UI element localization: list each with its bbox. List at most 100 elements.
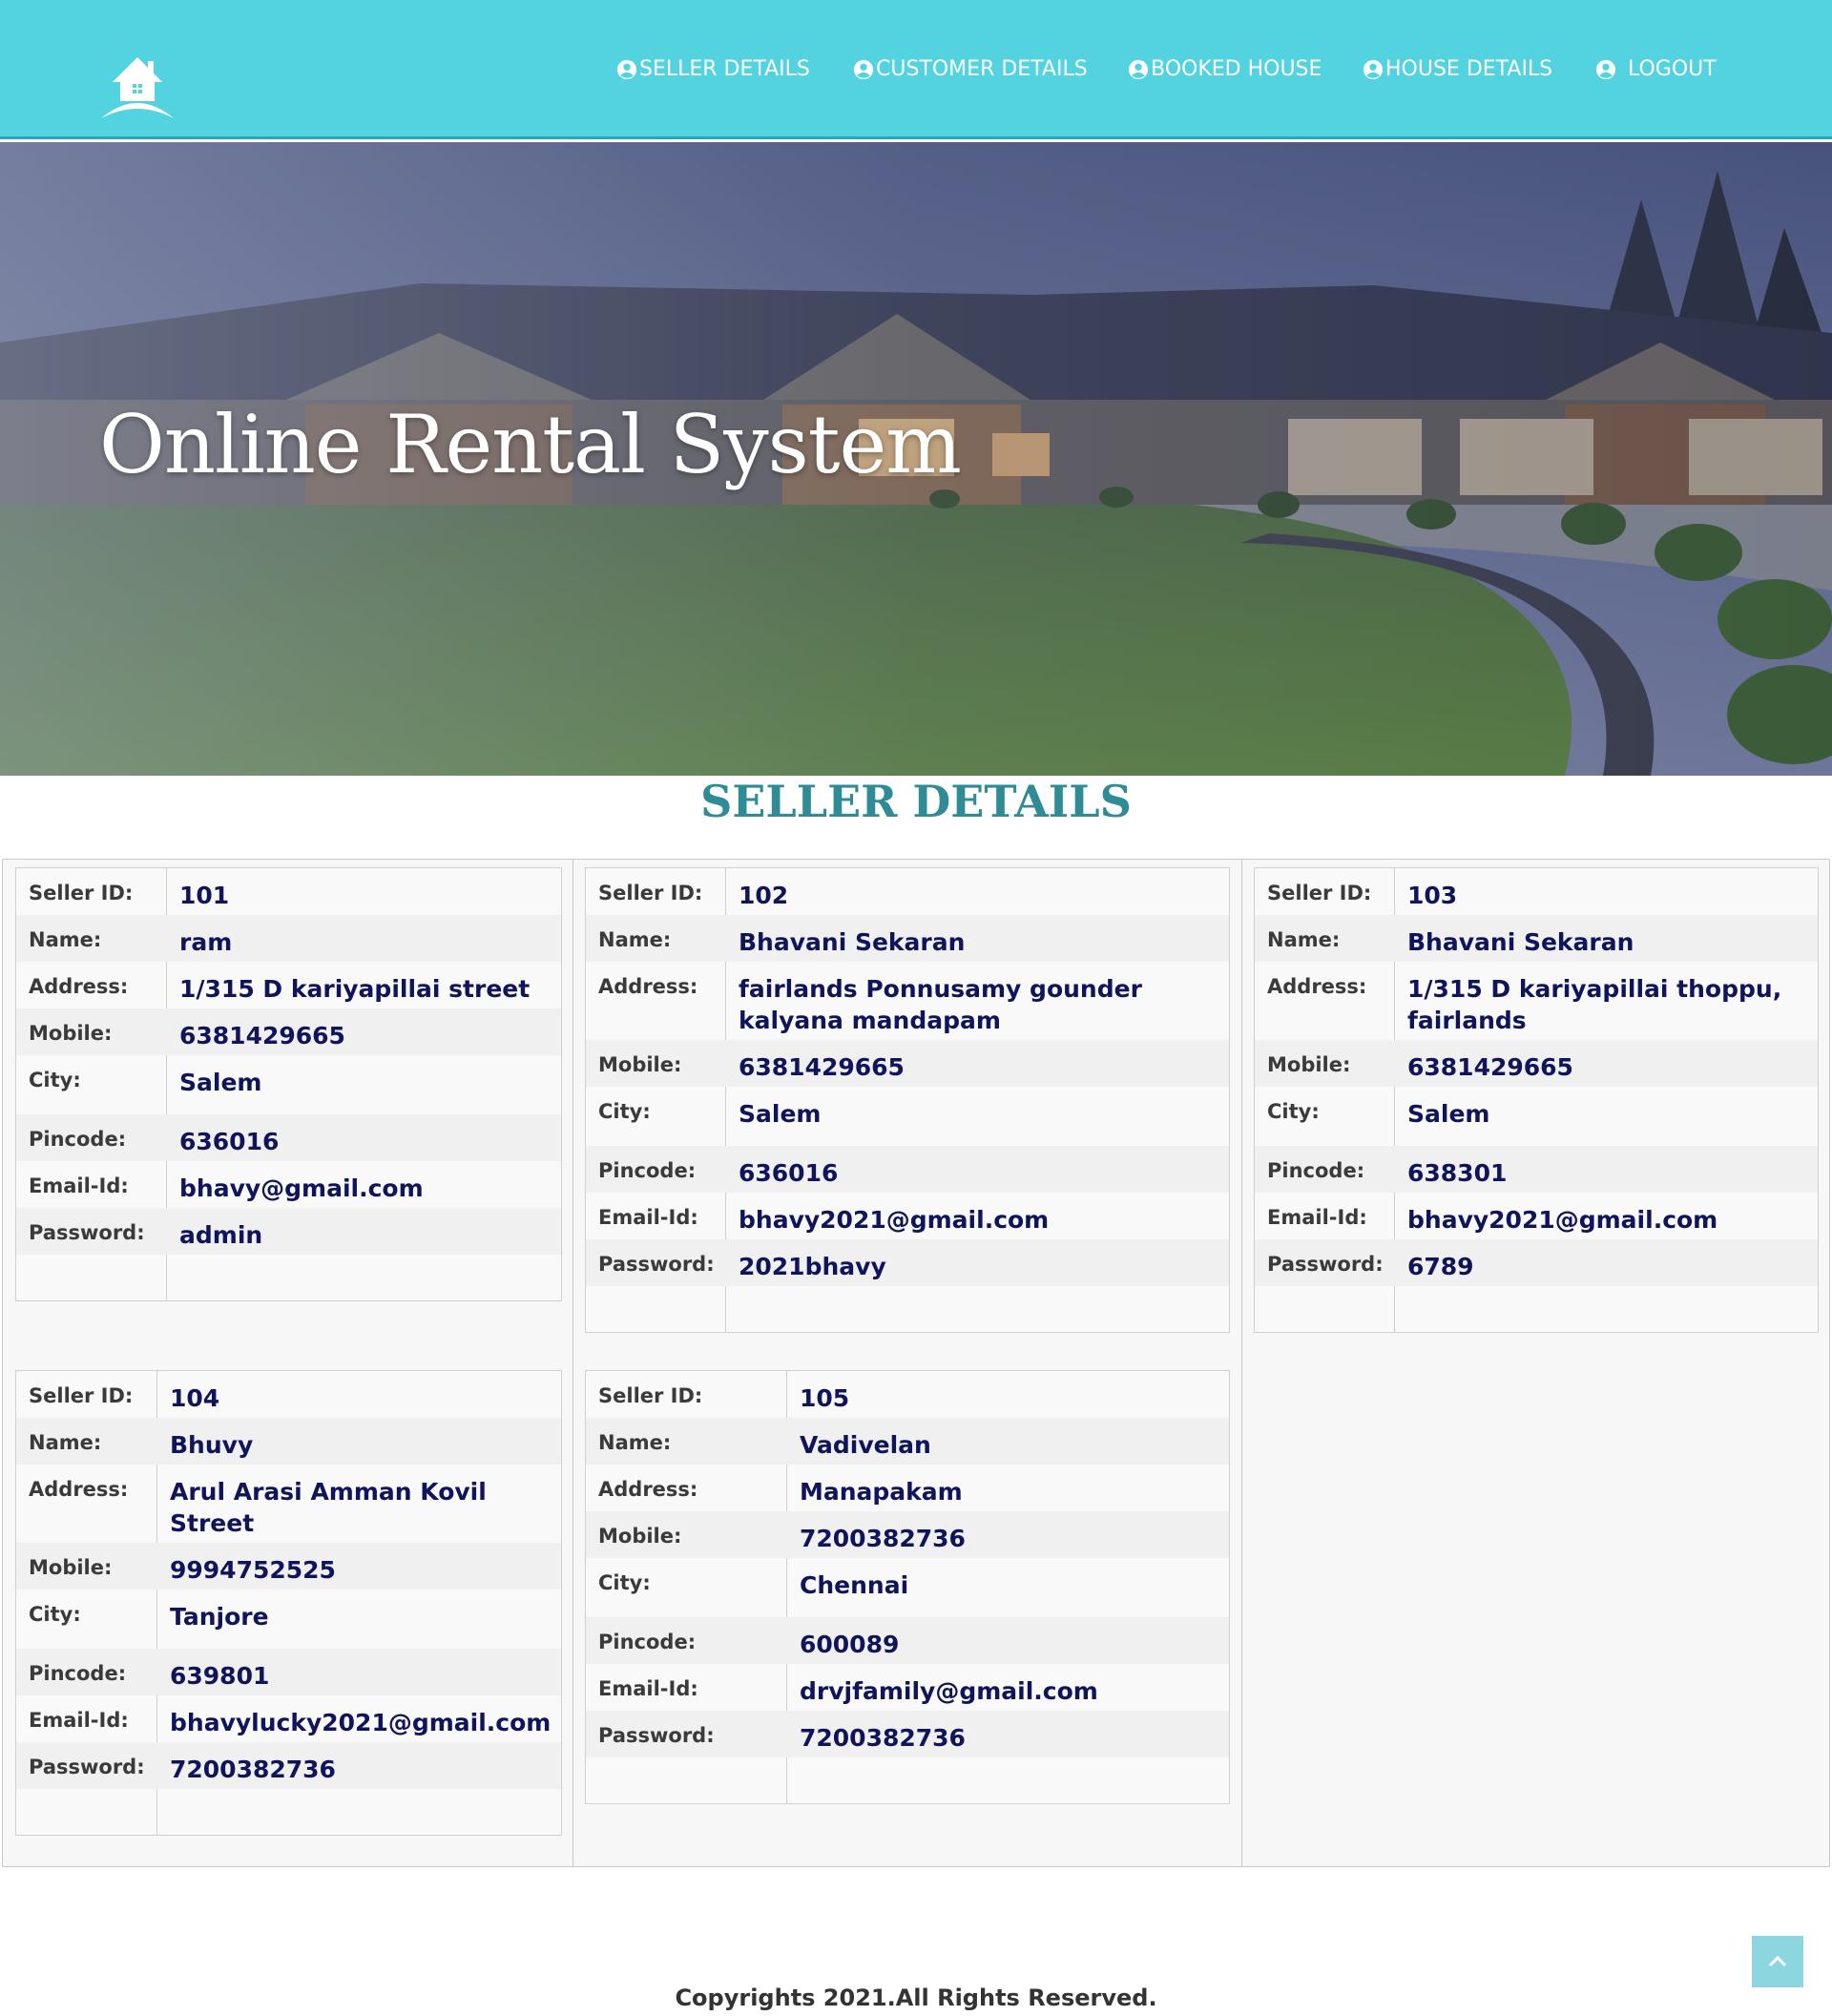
nav-customer-details[interactable]: CUSTOMER DETAILS [853,55,1088,84]
field-label: Password: [29,1221,145,1244]
field-value-password: 7200382736 [800,1724,966,1752]
field-label: Email-Id: [29,1174,129,1197]
seller-field-row: Seller ID: 104 [16,1371,561,1418]
field-label: Mobile: [598,1053,682,1076]
field-value-mobile: 9994752525 [170,1556,336,1584]
seller-field-row: Name: ram [16,915,561,962]
seller-field-row: Email-Id: bhavy@gmail.com [16,1161,561,1208]
seller-field-row: Password: 7200382736 [16,1742,561,1789]
field-label: Email-Id: [1267,1206,1367,1229]
nav-house-details-label: HOUSE DETAILS [1385,57,1553,81]
nav-booked-house[interactable]: BOOKED HOUSE [1128,55,1322,84]
seller-field-row: Mobile: 6381429665 [1255,1040,1818,1087]
seller-field-row: Name: Vadivelan [586,1418,1229,1465]
field-value-name: ram [179,928,233,956]
field-label: Pincode: [29,1662,127,1685]
nav-logout[interactable]: LOGOUT [1595,55,1717,84]
section-title: SELLER DETAILS [700,776,1132,827]
field-value-city: Tanjore [170,1603,269,1631]
seller-field-row: Name: Bhuvy [16,1418,561,1465]
field-label: Pincode: [29,1128,127,1151]
field-value-mobile: 6381429665 [1407,1053,1573,1081]
nav-seller-details-label: SELLER DETAILS [639,57,810,81]
seller-field-row: Password: 2021bhavy [586,1239,1229,1286]
seller-field-row: Address: Arul Arasi Amman Kovil Street [16,1465,561,1543]
field-label: Address: [29,975,129,998]
field-value-mobile: 6381429665 [739,1053,905,1081]
seller-field-row: Name: Bhavani Sekaran [1255,915,1818,962]
field-value-mobile: 6381429665 [179,1022,345,1050]
seller-field-row: Seller ID: 101 [16,868,561,915]
seller-field-row: Password: 7200382736 [586,1711,1229,1757]
seller-field-row: City: Salem [16,1055,561,1114]
field-value-pincode: 636016 [739,1159,839,1187]
field-value-password: 6789 [1407,1253,1474,1280]
field-label: City: [1267,1100,1320,1123]
chevron-up-icon [1768,1955,1787,1967]
seller-field-row: Address: Manapakam [586,1465,1229,1511]
field-value-name: Bhavani Sekaran [1407,928,1634,956]
seller-details-panel: Seller ID: 101 Name: ram Address: 1/315 D kar… [2,859,1830,1867]
field-value-seller-id: 104 [170,1384,220,1412]
seller-field-row: Password: 6789 [1255,1239,1818,1286]
hero-title: Online Rental System [99,398,962,491]
seller-field-row: City: Tanjore [16,1590,561,1649]
field-label: Pincode: [1267,1159,1365,1182]
field-value-city: Chennai [800,1571,909,1599]
nav-customer-details-label: CUSTOMER DETAILS [876,57,1088,81]
field-value-city: Salem [739,1100,822,1128]
seller-field-row: Pincode: 639801 [16,1649,561,1695]
field-value-email: bhavy2021@gmail.com [1407,1206,1718,1234]
field-value-pincode: 639801 [170,1662,270,1690]
nav-seller-details[interactable]: SELLER DETAILS [616,55,810,84]
user-circle-icon [616,59,637,80]
seller-card: Seller ID: 101 Name: ram Address: 1/315 D kar… [15,867,562,1301]
field-label: Mobile: [598,1525,682,1548]
seller-field-row: Seller ID: 105 [586,1371,1229,1418]
field-value-pincode: 638301 [1407,1159,1508,1187]
seller-field-row: Mobile: 9994752525 [16,1543,561,1590]
seller-field-row: City: Salem [1255,1087,1818,1146]
field-value-name: Bhuvy [170,1431,254,1459]
user-circle-icon [1128,59,1149,80]
seller-card: Seller ID: 104 Name: Bhuvy Address: Arul Aras… [15,1370,562,1836]
field-label: Name: [29,928,102,951]
seller-field-row: Address: 1/315 D kariyapillai street [16,962,561,1008]
field-label: Mobile: [1267,1053,1351,1076]
field-value-email: bhavylucky2021@gmail.com [170,1709,552,1736]
user-circle-icon [1363,59,1384,80]
nav-house-details[interactable]: HOUSE DETAILS [1363,55,1552,84]
field-value-pincode: 600089 [800,1631,900,1658]
field-label: Name: [1267,928,1341,951]
seller-field-row: Mobile: 6381429665 [16,1008,561,1055]
seller-field-row: Email-Id: bhavy2021@gmail.com [586,1193,1229,1239]
seller-field-row: Email-Id: bhavylucky2021@gmail.com [16,1695,561,1742]
field-value-email: bhavy@gmail.com [179,1174,424,1202]
field-label: City: [29,1603,81,1626]
seller-field-row: Name: Bhavani Sekaran [586,915,1229,962]
field-value-seller-id: 101 [179,882,230,909]
field-value-seller-id: 103 [1407,882,1458,909]
field-label: Seller ID: [1267,882,1372,904]
field-value-address: fairlands Ponnusamy gounder kalyana mand… [739,975,1142,1034]
field-label: City: [598,1100,651,1123]
field-value-password: admin [179,1221,263,1249]
field-value-password: 7200382736 [170,1756,336,1783]
back-to-top-button[interactable] [1752,1936,1803,1987]
seller-field-row: Password: admin [16,1208,561,1255]
footer-copyright: Copyrights 2021.All Rights Reserved. [675,1985,1157,2011]
field-label: Mobile: [29,1022,113,1045]
field-value-name: Vadivelan [800,1431,931,1459]
field-value-address: 1/315 D kariyapillai thoppu, fairlands [1407,975,1782,1034]
user-circle-icon [853,59,874,80]
field-label: City: [29,1069,81,1091]
user-circle-icon [1595,59,1616,80]
seller-field-row: Address: fairlands Ponnusamy gounder kaly… [586,962,1229,1040]
seller-field-row: Pincode: 638301 [1255,1146,1818,1193]
field-label: Seller ID: [598,1384,703,1407]
seller-card: Seller ID: 103 Name: Bhavani Sekaran Address… [1254,867,1819,1333]
seller-field-row: Mobile: 7200382736 [586,1511,1229,1558]
column-divider [572,860,573,1866]
nav-logout-label: LOGOUT [1628,57,1717,81]
field-label: City: [598,1571,651,1594]
